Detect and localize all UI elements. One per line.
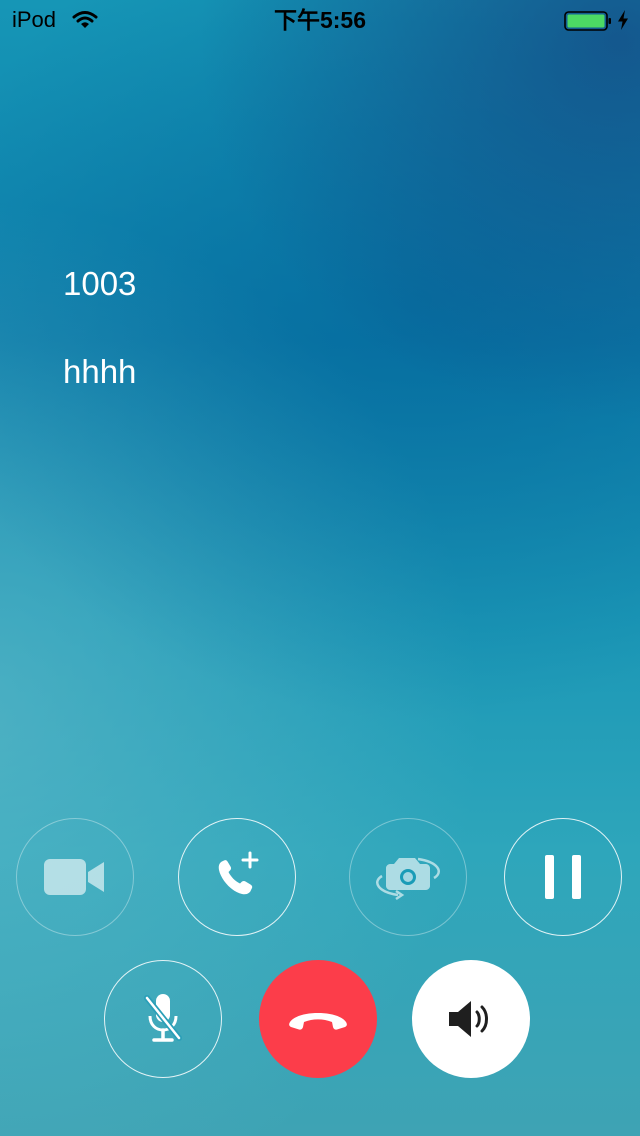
status-time: 下午5:56 — [273, 7, 367, 33]
speaker-icon — [449, 1001, 488, 1037]
video-camera-icon — [44, 859, 104, 895]
speaker-button[interactable] — [412, 960, 530, 1078]
hold-button[interactable] — [504, 818, 622, 936]
microphone-off-icon — [144, 994, 182, 1042]
mute-button[interactable] — [104, 960, 222, 1078]
video-button[interactable] — [16, 818, 134, 936]
caller-name: hhhh — [63, 353, 137, 390]
pause-icon — [545, 855, 581, 899]
battery-icon — [564, 11, 611, 31]
hang-up-icon — [289, 1013, 347, 1030]
camera-rotate-icon — [376, 857, 440, 901]
status-bar: iPod 下午5:56 — [0, 0, 640, 40]
charging-bolt-icon — [618, 10, 628, 30]
add-call-button[interactable] — [178, 818, 296, 936]
caller-number: 1003 — [63, 265, 137, 302]
hang-up-button[interactable] — [259, 960, 377, 1078]
phone-plus-icon — [218, 851, 259, 895]
switch-camera-button[interactable] — [349, 818, 467, 936]
